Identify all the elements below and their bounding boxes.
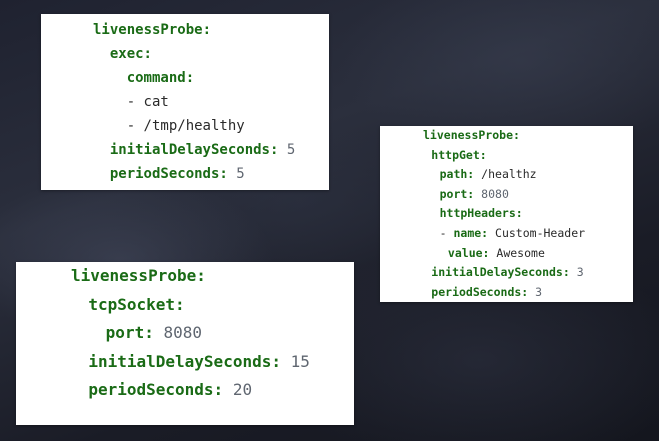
yaml-key-initial-delay: initialDelaySeconds: — [88, 351, 281, 371]
initial-delay-value: 5 — [286, 142, 296, 158]
yaml-key-value: value: — [447, 245, 490, 260]
exec-probe-code-block: livenessProbe: exec: command: - cat - /t… — [41, 14, 329, 190]
path-value: /healthz — [481, 167, 537, 182]
list-dash: - — [439, 225, 454, 240]
header-name-value: Custom-Header — [495, 225, 586, 240]
code-line-command: command: — [127, 66, 312, 90]
yaml-key-period: periodSeconds: — [431, 284, 529, 299]
yaml-key-httpheaders: httpHeaders: — [439, 206, 523, 221]
period-value: 5 — [236, 166, 245, 182]
httpget-probe-code-block: livenessProbe: httpGet: path: /healthz p… — [380, 126, 633, 302]
yaml-key-name: name: — [453, 225, 489, 240]
command-item: - cat — [126, 94, 169, 110]
code-line-port: port: 8080 — [106, 319, 328, 348]
header-value-value: Awesome — [496, 245, 545, 260]
yaml-key-initial-delay: initialDelaySeconds: — [109, 142, 279, 158]
period-value: 3 — [535, 284, 543, 299]
yaml-key-port: port: — [439, 186, 475, 201]
yaml-key-path: path: — [439, 167, 475, 182]
code-line-period: periodSeconds: 5 — [110, 162, 295, 186]
code-line-initial-delay: initialDelaySeconds: 3 — [431, 263, 583, 283]
yaml-key-initial-delay: initialDelaySeconds: — [431, 265, 570, 280]
code-line-period: periodSeconds: 3 — [431, 283, 583, 303]
port-value: 8080 — [163, 323, 203, 342]
yaml-key-httpget: httpGet: — [431, 147, 487, 162]
yaml-key-exec: exec: — [109, 46, 152, 62]
code-line-exec: exec: — [110, 42, 295, 66]
code-line-command-item: - cat — [127, 90, 312, 114]
yaml-key-command: command: — [126, 70, 195, 86]
yaml-key-livenessprobe: livenessProbe: — [423, 128, 520, 142]
yaml-key-port: port: — [105, 323, 154, 342]
code-line-header-name: - name: Custom-Header — [440, 224, 592, 244]
code-line-command-item: - /tmp/healthy — [127, 114, 312, 138]
code-line-tcpsocket: tcpSocket: — [88, 291, 310, 320]
code-line-port: port: 8080 — [440, 185, 592, 205]
code-line-initial-delay: initialDelaySeconds: 15 — [88, 348, 310, 377]
initial-delay-value: 15 — [290, 351, 310, 371]
code-line-livenessprobe: livenessProbe: — [71, 262, 293, 291]
code-line-header-value: value: Awesome — [448, 244, 600, 264]
tcpsocket-probe-code-block: livenessProbe: tcpSocket: port: 8080 ini… — [16, 262, 354, 425]
initial-delay-value: 3 — [576, 265, 584, 280]
code-line-livenessprobe: livenessProbe: — [93, 18, 278, 42]
yaml-key-period: periodSeconds: — [88, 380, 224, 399]
yaml-key-livenessprobe: livenessProbe: — [71, 266, 206, 285]
period-value: 20 — [232, 380, 253, 399]
port-value: 8080 — [481, 186, 509, 201]
code-line-livenessprobe: livenessProbe: — [423, 126, 575, 146]
command-item: - /tmp/healthy — [126, 118, 245, 134]
code-line-period: periodSeconds: 20 — [88, 376, 310, 405]
yaml-key-period: periodSeconds: — [109, 166, 228, 182]
code-line-path: path: /healthz — [440, 165, 592, 185]
code-line-httpheaders: httpHeaders: — [440, 204, 592, 224]
code-line-httpget: httpGet: — [431, 146, 583, 166]
yaml-key-livenessprobe: livenessProbe: — [93, 22, 212, 38]
yaml-key-tcpsocket: tcpSocket: — [88, 294, 185, 314]
code-line-initial-delay: initialDelaySeconds: 5 — [110, 138, 295, 162]
